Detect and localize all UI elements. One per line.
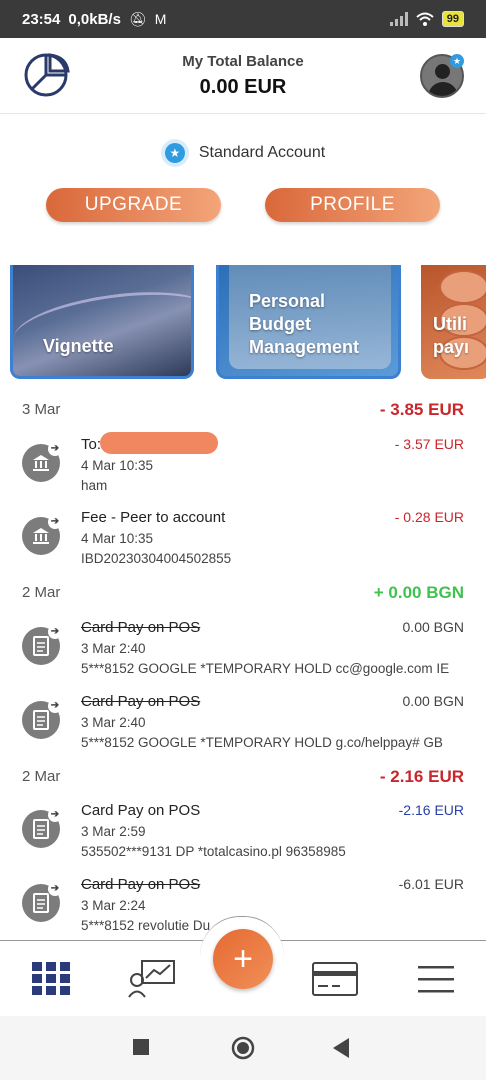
- tx-time: 3 Mar 2:24: [81, 898, 146, 913]
- tx-title: Fee - Peer to account: [81, 509, 226, 526]
- account-type-label: Standard Account: [198, 144, 326, 161]
- signal-icon: [389, 12, 408, 26]
- star-icon: ★: [160, 139, 189, 167]
- star-icon: ★: [450, 54, 464, 68]
- tx-title: Card Pay on POS: [81, 802, 201, 819]
- receipt-icon: ➔: [22, 882, 62, 922]
- tx-time: 4 Mar 10:35: [81, 531, 154, 546]
- bank-icon: ➔: [22, 442, 62, 482]
- profile-button[interactable]: PROFILE: [265, 188, 440, 222]
- group-date: 2 Mar: [22, 584, 61, 601]
- system-nav-bar: [0, 1016, 486, 1080]
- status-bar: 23:54 0,0kB/s 🔕︎ M 99: [0, 0, 486, 38]
- bank-icon: ➔: [22, 515, 62, 555]
- wifi-icon: [416, 12, 434, 26]
- recent-apps-icon[interactable]: [133, 1039, 151, 1057]
- app-header: My Total Balance 0.00 EUR ★: [0, 38, 486, 114]
- tx-amount: 0.00 BGN: [402, 619, 464, 635]
- analytics-icon[interactable]: [128, 959, 176, 999]
- tx-time: 3 Mar 2:40: [81, 641, 146, 656]
- balance-value: 0.00 EUR: [199, 76, 287, 98]
- tx-title: Card Pay on POS: [81, 619, 201, 636]
- tx-detail: ham: [81, 478, 108, 493]
- balance-label: My Total Balance: [182, 53, 304, 70]
- tx-title: Card Pay on POS: [81, 876, 201, 893]
- group-date: 3 Mar: [22, 401, 61, 418]
- tx-amount: -6.01 EUR: [398, 876, 464, 892]
- dashboard-grid-icon[interactable]: [31, 959, 71, 999]
- tx-time: 3 Mar 2:59: [81, 824, 146, 839]
- service-card-vignette[interactable]: Vignette: [10, 265, 194, 379]
- tx-detail: IBD20230304004502855: [81, 551, 232, 566]
- receipt-icon: ➔: [22, 808, 62, 848]
- tx-title: Card Pay on POS: [81, 693, 201, 710]
- tx-time: 3 Mar 2:40: [81, 715, 146, 730]
- battery-icon: 99: [441, 11, 464, 27]
- group-total: + 0.00 BGN: [373, 583, 464, 602]
- back-icon[interactable]: [333, 1038, 351, 1058]
- tx-detail: 5***8152 GOOGLE *TEMPORARY HOLD cc@googl…: [81, 661, 450, 676]
- tx-title: To:: [81, 436, 102, 453]
- card-title: Vignette: [43, 336, 114, 356]
- group-total: - 2.16 EUR: [379, 767, 464, 786]
- mail-icon: M: [154, 11, 167, 27]
- tx-amount: - 3.57 EUR: [394, 436, 464, 452]
- tx-detail: 5***8152 revolutie Du: [81, 918, 211, 933]
- home-icon[interactable]: [231, 1036, 255, 1060]
- tx-time: 4 Mar 10:35: [81, 458, 154, 473]
- menu-icon[interactable]: [416, 959, 456, 999]
- card-title: Utili payı: [433, 314, 470, 357]
- receipt-icon: ➔: [22, 699, 62, 739]
- group-date: 2 Mar: [22, 768, 61, 785]
- status-speed: 0,0kB/s: [68, 10, 121, 28]
- upgrade-button[interactable]: UPGRADE: [46, 188, 221, 222]
- tx-detail: 535502***9131 DP *totalcasino.pl 9635898…: [81, 844, 346, 859]
- add-button[interactable]: +: [213, 929, 273, 989]
- receipt-icon: ➔: [22, 625, 62, 665]
- redaction-mark: [100, 432, 218, 454]
- service-card-budget[interactable]: Personal Budget Management: [216, 265, 401, 379]
- card-icon[interactable]: [312, 959, 358, 999]
- tx-amount: - 0.28 EUR: [394, 509, 464, 525]
- group-total: - 3.85 EUR: [379, 400, 464, 419]
- tx-detail: 5***8152 GOOGLE *TEMPORARY HOLD g.co/hel…: [81, 735, 443, 750]
- tx-amount: 0.00 BGN: [402, 693, 464, 709]
- mute-icon: 🔕︎: [128, 10, 147, 27]
- card-title: Personal Budget Management: [249, 291, 360, 357]
- status-time: 23:54: [22, 10, 61, 28]
- service-card-utilities[interactable]: Utili payı: [421, 265, 486, 379]
- account-type: ★ Standard Account: [0, 139, 486, 167]
- tx-amount: -2.16 EUR: [398, 802, 464, 818]
